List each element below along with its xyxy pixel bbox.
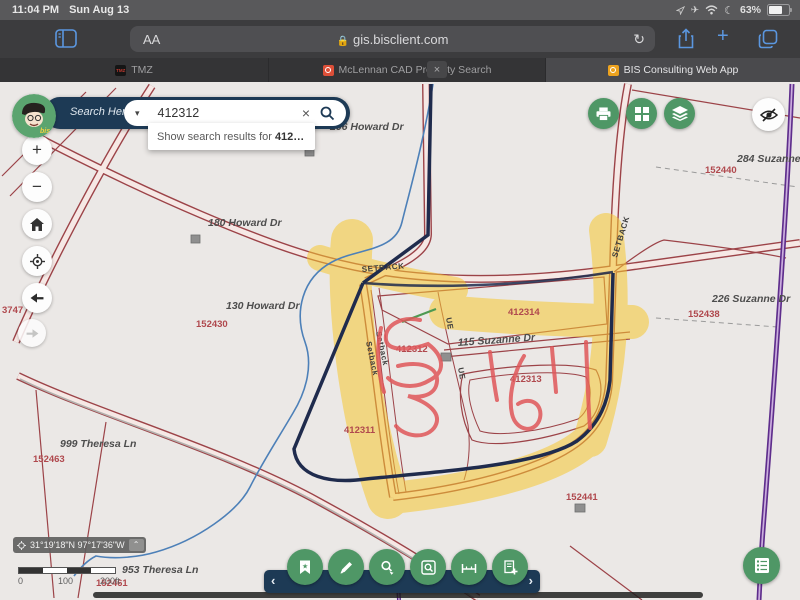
search-submit-icon[interactable] <box>320 106 335 121</box>
clear-search-button[interactable]: × <box>302 105 310 121</box>
parcel-id: 412311 <box>344 425 376 436</box>
cad-search-favicon <box>323 65 334 76</box>
close-tab-button[interactable]: × <box>427 61 447 78</box>
sidebar-toggle-icon[interactable] <box>55 29 77 48</box>
reload-button[interactable]: ↻ <box>633 31 645 48</box>
date: Sun Aug 13 <box>69 4 129 16</box>
parcel-id: 152430 <box>196 319 228 330</box>
select-tool-button[interactable] <box>369 549 405 585</box>
street-label: 284 Suzanne Dr <box>736 153 800 165</box>
parcel-id: 152440 <box>705 165 737 176</box>
toolbar-scroll-right[interactable]: › <box>529 573 533 588</box>
road-lines <box>16 84 800 598</box>
tab-overview-icon[interactable] <box>758 29 778 49</box>
tab-mclennan-cad[interactable]: McLennan CAD Property Search <box>269 58 546 82</box>
share-icon[interactable] <box>677 28 695 49</box>
tab-bar: TMZ TMZ McLennan CAD Property Search BIS… <box>0 58 800 82</box>
tmz-favicon: TMZ <box>115 65 126 76</box>
street-label: 115 Suzanne Dr <box>457 332 536 349</box>
tab-tmz[interactable]: TMZ TMZ <box>0 58 269 82</box>
bis-favicon <box>608 65 619 76</box>
coordinates-readout: 31°19'18"N 97°17'36"W ⌃ <box>13 537 146 553</box>
gis-map-viewport[interactable]: 206 Howard Dr 180 Howard Dr 130 Howard D… <box>0 82 800 600</box>
home-extent-button[interactable] <box>22 209 52 239</box>
parcel-id: 3747 <box>2 305 23 316</box>
search-suggestion[interactable]: Show search results for412… <box>148 123 315 150</box>
forward-arrow-icon <box>26 328 39 339</box>
parcel-id: 412314 <box>508 307 540 318</box>
tab-label: TMZ <box>131 64 153 76</box>
parcel-id: 152463 <box>33 454 65 465</box>
street-label: 953 Theresa Ln <box>122 564 198 576</box>
layers-button[interactable] <box>664 98 695 129</box>
location-icon <box>676 6 685 15</box>
bookmark-icon: ★ <box>298 560 312 575</box>
legend-button[interactable] <box>743 547 780 584</box>
search-query-text[interactable]: 412312 <box>158 106 302 120</box>
map-canvas[interactable]: 206 Howard Dr 180 Howard Dr 130 Howard D… <box>0 82 800 600</box>
street-label: 226 Suzanne Dr <box>711 293 791 305</box>
measure-button[interactable] <box>451 549 487 585</box>
street-label: 999 Theresa Ln <box>60 438 136 450</box>
apps-grid-button[interactable] <box>626 98 657 129</box>
battery-icon <box>767 4 790 16</box>
parcel-id: 152441 <box>566 492 598 503</box>
parcel-id: 152438 <box>688 309 720 320</box>
home-icon <box>30 218 44 231</box>
draw-button[interactable] <box>328 549 364 585</box>
street-label: 130 Howard Dr <box>226 300 300 312</box>
coordinates-text: 31°19'18"N 97°17'36"W <box>30 540 125 550</box>
tab-label: McLennan CAD Property Search <box>339 64 492 76</box>
scale-zero: 0 <box>18 576 23 586</box>
scale-bar: 0 100 200ft <box>18 567 128 587</box>
scale-max: 200ft <box>100 576 120 586</box>
locate-icon <box>30 254 45 269</box>
zoom-in-button[interactable]: + <box>22 135 52 165</box>
hide-ui-button[interactable] <box>752 98 785 131</box>
toolbar-scroll-left[interactable]: ‹ <box>271 573 275 588</box>
identify-magnifier-icon <box>421 560 436 575</box>
clock: 11:04 PM <box>12 4 59 16</box>
tab-label: BIS Consulting Web App <box>624 64 739 76</box>
zoom-out-button[interactable]: − <box>22 172 52 202</box>
select-magnifier-icon <box>380 560 395 575</box>
tab-bis-consulting[interactable]: BIS Consulting Web App <box>546 58 800 82</box>
previous-extent-button[interactable] <box>22 283 52 313</box>
tls-lock-icon: 🔒 <box>337 36 349 47</box>
back-arrow-icon <box>30 292 44 304</box>
battery-percent: 63% <box>740 4 761 16</box>
url-text: gis.bisclient.com <box>353 32 448 47</box>
scale-hundred: 100 <box>58 576 73 586</box>
collapse-coordinates-button[interactable]: ⌃ <box>129 539 144 551</box>
search-type-dropdown[interactable]: ▾ <box>135 108 140 119</box>
crosshair-icon <box>17 541 26 550</box>
status-bar: 11:04 PM Sun Aug 13 ✈ ☾ 63% <box>0 0 800 20</box>
identify-button[interactable] <box>410 549 446 585</box>
pencil-icon <box>339 560 354 575</box>
print-button[interactable] <box>588 98 619 129</box>
ipad-screen: 11:04 PM Sun Aug 13 ✈ ☾ 63% ‹ › AA 🔒gis <box>0 0 800 600</box>
next-extent-button[interactable] <box>18 319 46 347</box>
svg-text:★: ★ <box>302 562 308 570</box>
bis-mascot-avatar[interactable]: bis <box>12 94 56 138</box>
add-page-icon <box>503 560 518 575</box>
eye-slash-icon <box>760 107 778 123</box>
do-not-disturb-moon-icon: ☾ <box>724 4 734 17</box>
street-label: 180 Howard Dr <box>208 217 282 229</box>
locate-me-button[interactable] <box>22 246 52 276</box>
safari-toolbar: ‹ › AA 🔒gis.bisclient.com ↻ + <box>0 20 800 58</box>
wifi-icon <box>705 5 718 15</box>
airplane-mode-icon: ✈ <box>691 5 699 16</box>
bookmarks-button[interactable]: ★ <box>287 549 323 585</box>
new-tab-button[interactable]: + <box>717 25 729 48</box>
legend-list-icon <box>754 558 770 573</box>
measure-icon <box>461 561 477 574</box>
add-data-button[interactable] <box>492 549 528 585</box>
address-bar[interactable]: AA 🔒gis.bisclient.com ↻ <box>130 26 655 52</box>
